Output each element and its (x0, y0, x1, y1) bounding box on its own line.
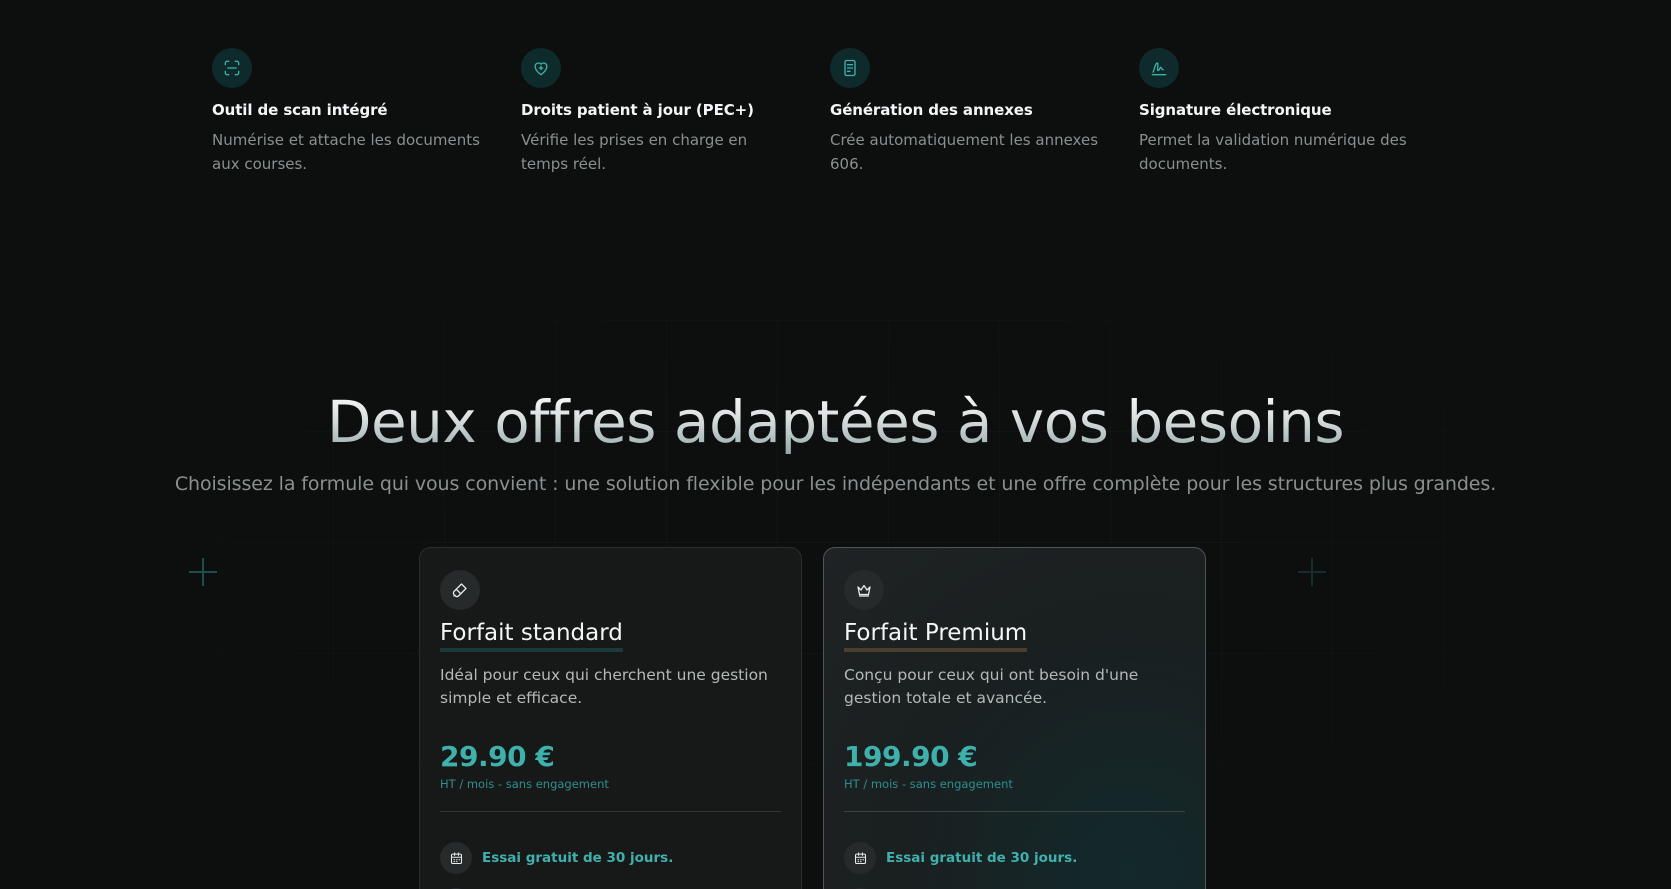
plan-card-standard[interactable]: Forfait standard Idéal pour ceux qui che… (419, 547, 802, 889)
pricing-headline: Deux offres adaptées à vos besoins (0, 388, 1671, 456)
scan-icon (212, 48, 252, 88)
calendar-icon (844, 842, 876, 874)
pricing-subheadline: Choisissez la formule qui vous convient … (174, 473, 1497, 495)
feature-signature: Signature électronique Permet la validat… (1139, 48, 1448, 176)
heart-icon (521, 48, 561, 88)
feature-title: Signature électronique (1139, 101, 1332, 119)
divider (844, 811, 1185, 812)
features-row: Outil de scan intégré Numérise et attach… (212, 48, 1452, 176)
plan-description: Idéal pour ceux qui cherchent une gestio… (440, 666, 768, 707)
plan-price-note: HT / mois - sans engagement (440, 777, 609, 791)
feature-title: Outil de scan intégré (212, 101, 388, 119)
page: Outil de scan intégré Numérise et attach… (0, 0, 1671, 889)
paintbrush-icon (440, 570, 480, 610)
feature-description: Vérifie les prises en charge en temps ré… (521, 131, 748, 173)
crown-icon (844, 570, 884, 610)
feature-description: Numérise et attache les documents aux co… (212, 131, 480, 173)
plan-feature-text: Essai gratuit de 30 jours. (482, 850, 674, 866)
plus-decoration-right (1298, 558, 1326, 586)
plan-card-premium[interactable]: Forfait Premium Conçu pour ceux qui ont … (823, 547, 1206, 889)
feature-title: Droits patient à jour (PEC+) (521, 101, 754, 119)
plus-decoration-left (189, 558, 217, 586)
plan-feature-item: Essai gratuit de 30 jours. (844, 842, 1185, 874)
feature-annexes: Génération des annexes Crée automatiquem… (830, 48, 1139, 176)
plan-price: 29.90 € (440, 740, 555, 773)
feature-title: Génération des annexes (830, 101, 1033, 119)
plan-description: Conçu pour ceux qui ont besoin d'une ges… (844, 666, 1139, 707)
plan-title: Forfait Premium (844, 620, 1028, 652)
plan-feature-item: Essai gratuit de 30 jours. (440, 842, 781, 874)
calendar-icon (440, 842, 472, 874)
signature-icon (1139, 48, 1179, 88)
document-icon (830, 48, 870, 88)
feature-description: Crée automatiquement les annexes 606. (830, 131, 1099, 173)
feature-scan: Outil de scan intégré Numérise et attach… (212, 48, 521, 176)
plan-price: 199.90 € (844, 740, 978, 773)
plan-feature-text: Essai gratuit de 30 jours. (886, 850, 1078, 866)
feature-description: Permet la validation numérique des docum… (1139, 131, 1407, 173)
plan-price-note: HT / mois - sans engagement (844, 777, 1013, 791)
plan-title: Forfait standard (440, 620, 623, 652)
divider (440, 811, 781, 812)
feature-patient-rights: Droits patient à jour (PEC+) Vérifie les… (521, 48, 830, 176)
